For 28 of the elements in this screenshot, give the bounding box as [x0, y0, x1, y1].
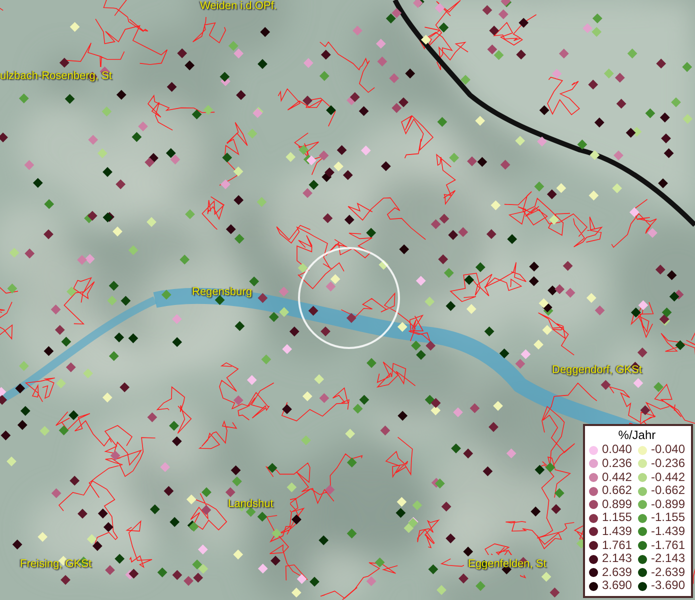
- legend-value: -0.040: [650, 443, 685, 458]
- legend-value: -3.690: [650, 579, 685, 593]
- legend-value: 0.899: [602, 498, 632, 512]
- legend-value: -0.662: [650, 484, 685, 498]
- legend-value: 3.690: [602, 579, 632, 593]
- legend-value: -1.155: [650, 511, 685, 526]
- place-label: Weiden i.d.OPf.: [200, 0, 277, 12]
- legend-value: -1.439: [650, 525, 685, 539]
- legend-value: -2.143: [650, 552, 685, 566]
- legend-value: -1.761: [650, 538, 685, 552]
- place-label: Landshut: [228, 498, 274, 510]
- legend-value: -2.639: [650, 566, 685, 580]
- legend-value: 1.439: [602, 525, 632, 539]
- place-label: Freising, GKSt: [20, 558, 92, 570]
- legend-value: 0.662: [602, 484, 632, 498]
- legend-value: 0.442: [602, 470, 632, 484]
- legend-value: -0.442: [650, 470, 685, 484]
- place-label: Regensburg: [192, 286, 252, 298]
- legend-value: -0.236: [650, 457, 685, 471]
- legend-value: 1.155: [602, 511, 632, 526]
- place-label: Deggendorf, GKSt: [552, 364, 642, 376]
- legend-value: 2.639: [602, 566, 632, 580]
- legend-value: 0.040: [602, 443, 632, 458]
- legend-title: %/Jahr: [617, 428, 657, 442]
- legend-value: 1.761: [602, 538, 632, 552]
- legend-value: 2.143: [602, 552, 632, 566]
- legend-value: -0.899: [650, 498, 685, 512]
- legend-value: 0.236: [602, 457, 632, 471]
